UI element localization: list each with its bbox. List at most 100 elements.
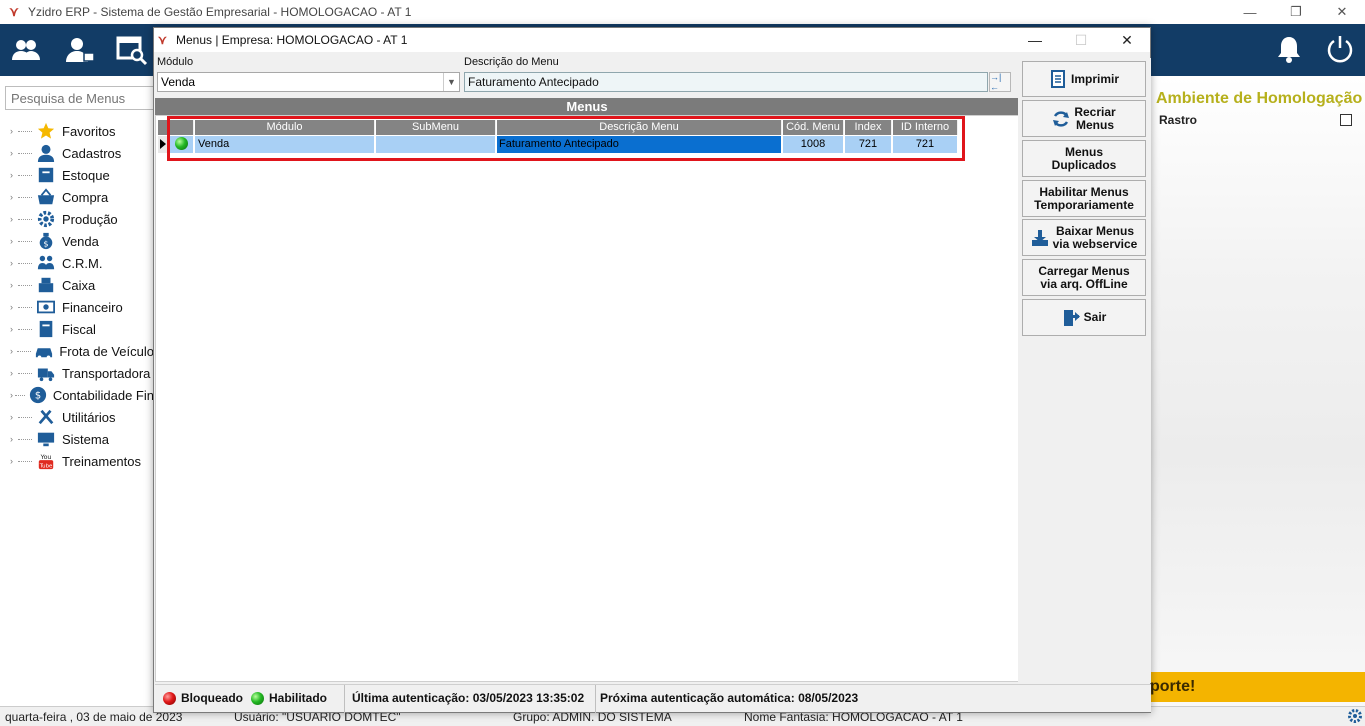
expand-icon[interactable]: › <box>10 258 18 268</box>
tree-item-caixa[interactable]: › Caixa <box>0 274 154 296</box>
table-row-id[interactable]: 721 <box>893 136 958 153</box>
recriar-menus-button[interactable]: Recriar Menus <box>1022 100 1146 137</box>
tree-item-compra[interactable]: › Compra <box>0 186 154 208</box>
bell-icon[interactable] <box>1274 34 1304 64</box>
sidebar: ›Favoritos ›Cadastros ›Estoque ›Compra ›… <box>0 76 155 706</box>
expand-icon[interactable]: › <box>10 170 18 180</box>
table-row-status[interactable] <box>169 136 194 153</box>
menus-dialog: ⋎ Menus | Empresa: HOMOLOGACAO - AT 1 — … <box>153 27 1151 713</box>
tree-item-producao[interactable]: › Produção <box>0 208 154 230</box>
youtube-icon: You Tube <box>36 451 56 471</box>
expand-icon[interactable]: › <box>10 148 18 158</box>
cash-icon <box>36 297 56 317</box>
settings-gear-icon[interactable] <box>1347 708 1363 724</box>
tree-item-crm[interactable]: › C.R.M. <box>0 252 154 274</box>
table-row-modulo[interactable]: Venda <box>195 136 375 153</box>
money-bag-icon: $ <box>36 231 56 251</box>
tree-item-treinamentos[interactable]: › You Tube Treinamentos <box>0 450 154 472</box>
tree-item-frota[interactable]: › Frota de Veículo <box>0 340 154 362</box>
box-icon <box>36 165 56 185</box>
menus-duplicados-button[interactable]: Menus Duplicados <box>1022 140 1146 177</box>
descricao-label: Descrição do Menu <box>464 56 559 68</box>
expand-icon[interactable]: › <box>10 368 18 378</box>
habilitar-menus-button[interactable]: Habilitar Menus Temporariamente <box>1022 180 1146 217</box>
imprimir-button[interactable]: Imprimir <box>1022 61 1146 97</box>
legend-bloqueado-label: Bloqueado <box>181 691 243 705</box>
chevron-down-icon[interactable]: ▼ <box>443 73 459 91</box>
tree-item-venda[interactable]: › $ Venda <box>0 230 154 252</box>
users-icon[interactable] <box>10 34 42 66</box>
expand-icon[interactable]: › <box>10 236 18 246</box>
svg-text:Tube: Tube <box>39 463 53 469</box>
tree-item-cadastros[interactable]: › Cadastros <box>0 142 154 164</box>
window-search-icon[interactable] <box>116 34 148 66</box>
table-row-cod[interactable]: 1008 <box>783 136 844 153</box>
minimize-button[interactable]: — <box>1227 0 1273 24</box>
expand-icon[interactable]: › <box>10 434 18 444</box>
expand-icon[interactable]: › <box>10 346 17 356</box>
basket-icon <box>36 187 56 207</box>
tree-item-utilitarios[interactable]: › Utilitários <box>0 406 154 428</box>
power-icon[interactable] <box>1325 34 1355 64</box>
recriar-label-1: Recriar <box>1074 104 1116 119</box>
grid-head-modulo[interactable]: Módulo <box>195 120 375 135</box>
expand-icon[interactable]: › <box>10 412 18 422</box>
dialog-maximize-button: ☐ <box>1074 31 1088 48</box>
close-button[interactable]: ✕ <box>1319 0 1365 24</box>
table-row-descricao[interactable]: Faturamento Antecipado <box>497 136 782 153</box>
grid-head-index[interactable]: Index <box>845 120 892 135</box>
legend-bloqueado: Bloqueado <box>163 691 243 705</box>
tree-item-estoque[interactable]: › Estoque <box>0 164 154 186</box>
monitor-icon <box>36 429 56 449</box>
proxima-autenticacao: Próxima autenticação automática: 08/05/2… <box>600 691 859 705</box>
habilitar-label-1: Habilitar Menus <box>1039 184 1129 199</box>
tree-item-sistema[interactable]: › Sistema <box>0 428 154 450</box>
expand-icon[interactable]: › <box>10 126 18 136</box>
expand-icon[interactable]: › <box>10 456 18 466</box>
modulo-select[interactable]: Venda ▼ <box>157 72 460 92</box>
maximize-button[interactable]: ❐ <box>1273 0 1319 24</box>
grid-head-submenu[interactable]: SubMenu <box>376 120 496 135</box>
table-row-index[interactable]: 721 <box>845 136 892 153</box>
action-buttons-panel: Imprimir Recriar Menus Menus Duplicados Ha… <box>1018 58 1151 683</box>
descricao-input[interactable]: Faturamento Antecipado <box>464 72 988 92</box>
table-row-submenu[interactable] <box>376 136 496 153</box>
tree-item-financeiro[interactable]: › Financeiro <box>0 296 154 318</box>
tree-item-contabilidade[interactable]: › $ Contabilidade Fin <box>0 384 154 406</box>
dialog-footer: Bloqueado Habilitado Última autenticação… <box>155 684 1151 713</box>
duplicados-label-1: Menus <box>1064 144 1103 159</box>
imprimir-label: Imprimir <box>1070 71 1119 86</box>
dialog-minimize-button[interactable]: — <box>1012 28 1058 52</box>
user-card-icon[interactable] <box>64 34 96 66</box>
expand-icon[interactable]: › <box>10 280 18 290</box>
grid-head-descricao[interactable]: Descrição Menu <box>497 120 782 135</box>
modulo-value: Venda <box>161 75 196 89</box>
suporte-banner[interactable]: porte! <box>1150 672 1365 702</box>
exit-door-icon <box>1063 309 1080 326</box>
legend-habilitado: Habilitado <box>251 691 327 705</box>
grid-head-id-interno[interactable]: ID Interno <box>893 120 958 135</box>
menu-tree: › Favoritos › Cadastros › Estoque › Compra ›… <box>0 120 154 472</box>
split-filter-button[interactable]: →|← <box>989 72 1011 92</box>
expand-icon[interactable]: › <box>10 192 18 202</box>
document-icon <box>36 319 56 339</box>
status-green-led-icon <box>174 136 188 150</box>
grid-head-cod-menu[interactable]: Cód. Menu <box>783 120 844 135</box>
download-icon <box>1031 229 1048 246</box>
expand-icon[interactable]: › <box>10 324 18 334</box>
dialog-close-button[interactable]: ✕ <box>1104 28 1150 52</box>
rastro-checkbox[interactable] <box>1340 114 1352 126</box>
sair-button[interactable]: Sair <box>1022 299 1146 336</box>
baixar-menus-button[interactable]: Baixar Menus via webservice <box>1022 219 1146 256</box>
expand-icon[interactable]: › <box>10 214 18 224</box>
dialog-logo-icon: ⋎ <box>158 33 167 47</box>
menu-search-input[interactable] <box>5 86 155 110</box>
carregar-label-1: Carregar Menus <box>1038 263 1130 278</box>
expand-icon[interactable]: › <box>10 302 18 312</box>
tree-item-fiscal[interactable]: › Fiscal <box>0 318 154 340</box>
carregar-menus-button[interactable]: Carregar Menus via arq. OffLine <box>1022 259 1146 296</box>
baixar-label-2: via webservice <box>1052 236 1138 251</box>
sair-label: Sair <box>1083 310 1107 324</box>
tree-item-favoritos[interactable]: › Favoritos <box>0 120 154 142</box>
tree-item-transportadora[interactable]: › Transportadora <box>0 362 154 384</box>
